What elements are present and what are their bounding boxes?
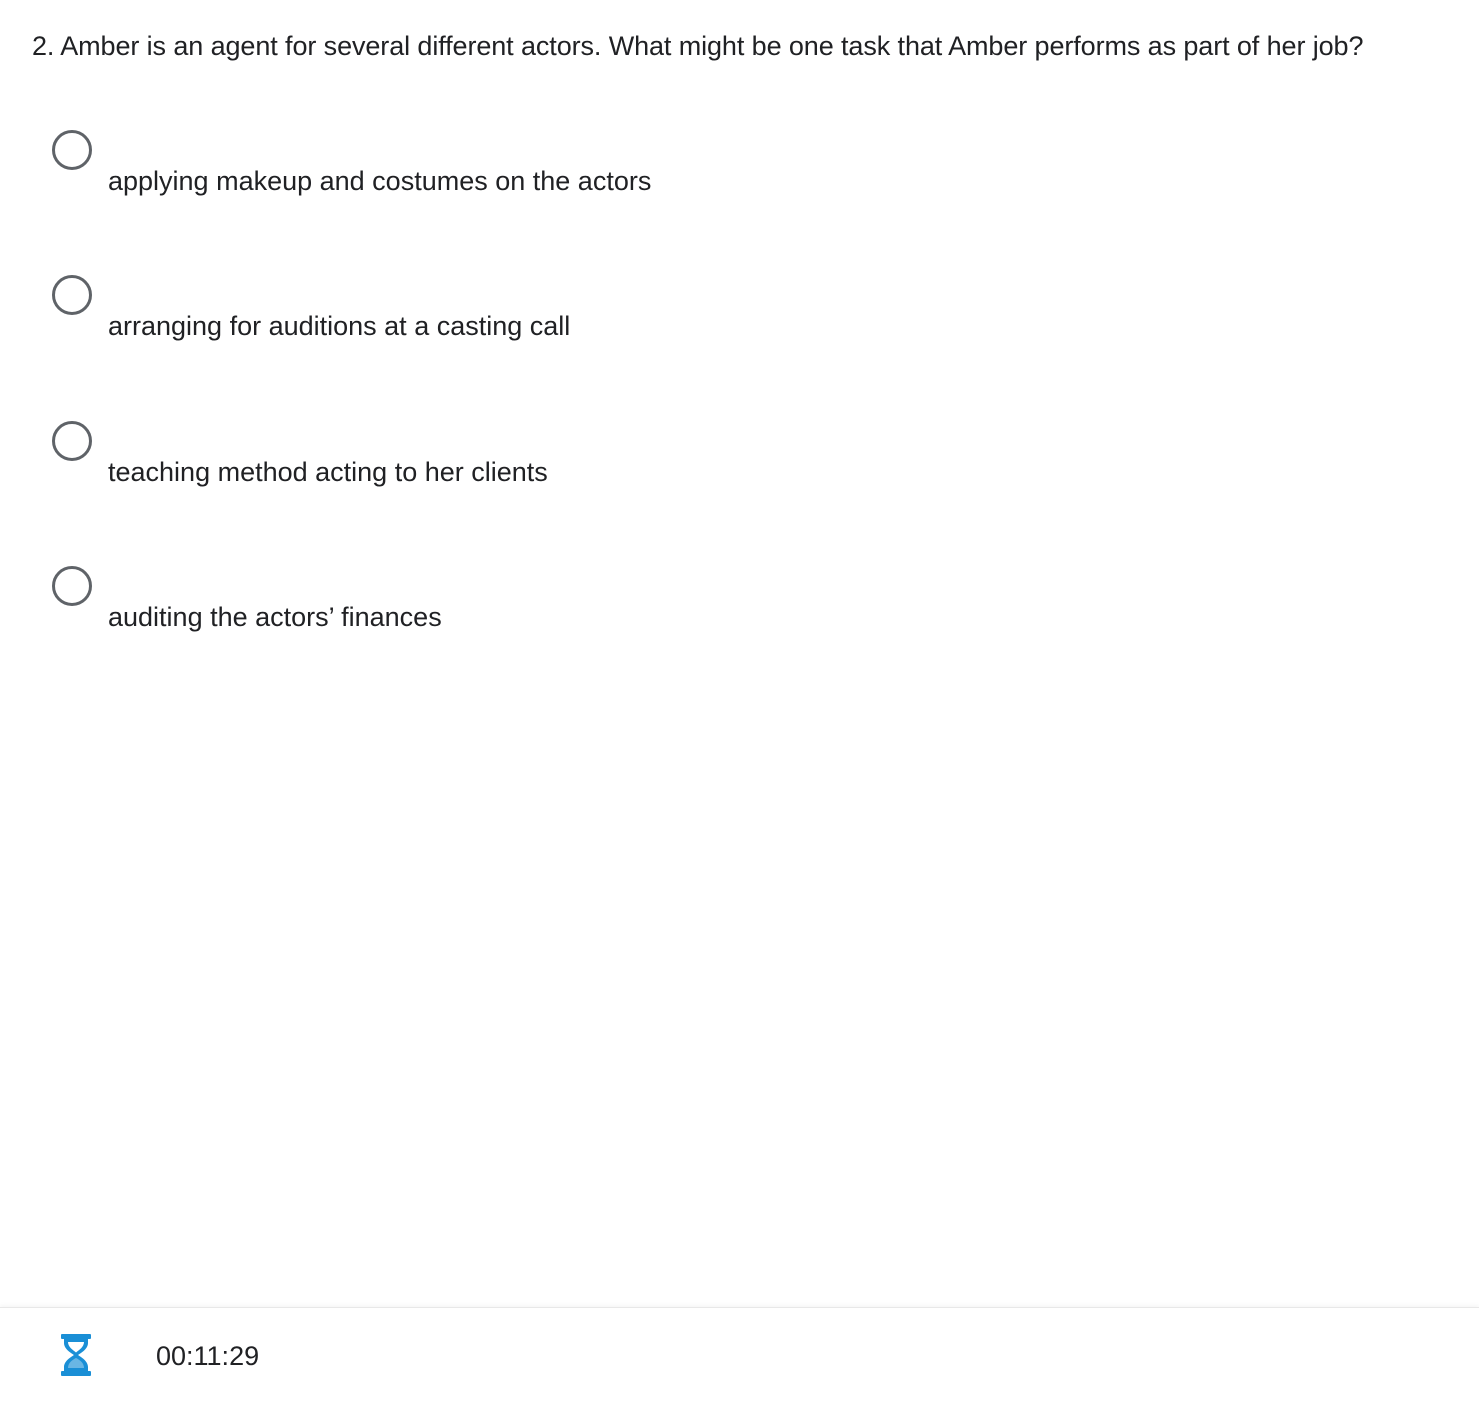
option-label: arranging for auditions at a casting cal… <box>108 311 571 341</box>
timer-value: 00:11:29 <box>156 1341 260 1371</box>
radio-button[interactable] <box>52 275 92 315</box>
option-label: applying makeup and costumes on the acto… <box>108 166 652 196</box>
option-3[interactable]: teaching method acting to her clients <box>50 421 950 531</box>
radio-button[interactable] <box>52 130 92 170</box>
question-text: 2. Amber is an agent for several differe… <box>32 31 1364 61</box>
option-label: teaching method acting to her clients <box>108 457 548 487</box>
radio-button[interactable] <box>52 566 92 606</box>
option-4[interactable]: auditing the actors’ finances <box>50 566 950 676</box>
option-label: auditing the actors’ finances <box>108 602 442 632</box>
option-1[interactable]: applying makeup and costumes on the acto… <box>50 130 950 240</box>
option-2[interactable]: arranging for auditions at a casting cal… <box>50 275 950 385</box>
timer-bar: 00:11:29 <box>0 1307 1479 1406</box>
radio-button[interactable] <box>52 421 92 461</box>
hourglass-icon <box>61 1334 91 1376</box>
